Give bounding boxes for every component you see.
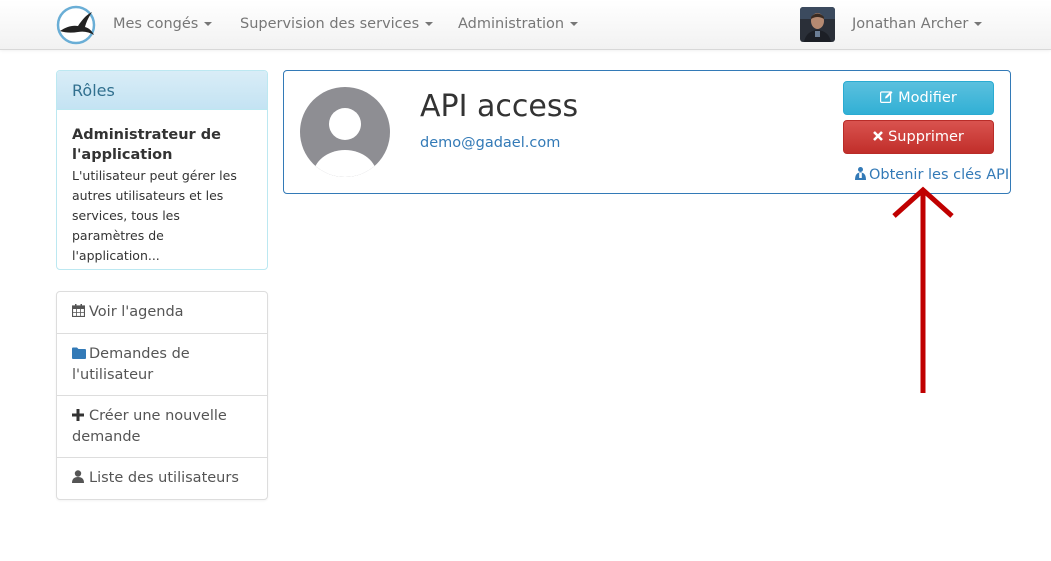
user-list-label: Liste des utilisateurs: [89, 470, 239, 486]
new-request-label: Créer une nouvelle demande: [72, 408, 227, 445]
api-key-icon: [855, 167, 866, 184]
top-navbar: Mes congés Supervision des services Admi…: [0, 0, 1051, 50]
menu-supervision[interactable]: Supervision des services: [240, 16, 434, 32]
list-item-user-requests[interactable]: Demandes de l'utilisateur: [57, 334, 267, 396]
role-title: Administrateur de l'application: [72, 127, 221, 163]
agenda-label: Voir l'agenda: [89, 304, 184, 320]
roles-panel: Rôles Administrateur de l'application L'…: [56, 70, 268, 270]
menu-administration[interactable]: Administration: [458, 16, 579, 32]
user-icon: [72, 469, 86, 489]
roles-body: Administrateur de l'application L'utilis…: [57, 110, 267, 281]
delete-button-label: Supprimer: [888, 129, 964, 145]
delete-button[interactable]: Supprimer: [843, 120, 994, 154]
annotation-arrow-icon: [892, 186, 954, 393]
role-description: L'utilisateur peut gérer les autres util…: [72, 168, 237, 263]
user-requests-label: Demandes de l'utilisateur: [72, 346, 190, 383]
list-item-new-request[interactable]: Créer une nouvelle demande: [57, 396, 267, 458]
user-menu-label: Jonathan Archer: [852, 16, 969, 32]
get-api-keys-label: Obtenir les clés API: [869, 167, 1010, 183]
caret-down-icon: [974, 22, 983, 26]
close-icon: [873, 129, 884, 145]
user-menu[interactable]: Jonathan Archer: [852, 16, 983, 32]
user-avatar[interactable]: [800, 7, 835, 42]
menu-mes-conges[interactable]: Mes congés: [113, 16, 213, 32]
user-actions-list: Voir l'agenda Demandes de l'utilisateur …: [56, 291, 268, 500]
menu-administration-label: Administration: [458, 16, 565, 32]
default-avatar-icon: [299, 86, 391, 178]
plus-icon: [72, 407, 86, 427]
list-item-agenda[interactable]: Voir l'agenda: [57, 292, 267, 334]
menu-mes-conges-label: Mes congés: [113, 16, 199, 32]
menu-supervision-label: Supervision des services: [240, 16, 420, 32]
roles-heading: Rôles: [57, 71, 267, 110]
folder-icon: [72, 345, 86, 365]
swallow-logo-icon[interactable]: [56, 5, 96, 45]
caret-down-icon: [425, 22, 434, 26]
edit-icon: [880, 90, 893, 107]
get-api-keys-link[interactable]: Obtenir les clés API: [855, 167, 1009, 184]
user-profile-panel: API access demo@gadael.com Modifier Supp…: [283, 70, 1011, 194]
calendar-icon: [71, 303, 86, 323]
edit-button-label: Modifier: [898, 90, 957, 106]
caret-down-icon: [570, 22, 579, 26]
edit-button[interactable]: Modifier: [843, 81, 994, 115]
list-item-user-list[interactable]: Liste des utilisateurs: [57, 458, 267, 499]
caret-down-icon: [204, 22, 213, 26]
profile-email-link[interactable]: demo@gadael.com: [420, 135, 560, 151]
profile-name: API access: [420, 89, 579, 124]
